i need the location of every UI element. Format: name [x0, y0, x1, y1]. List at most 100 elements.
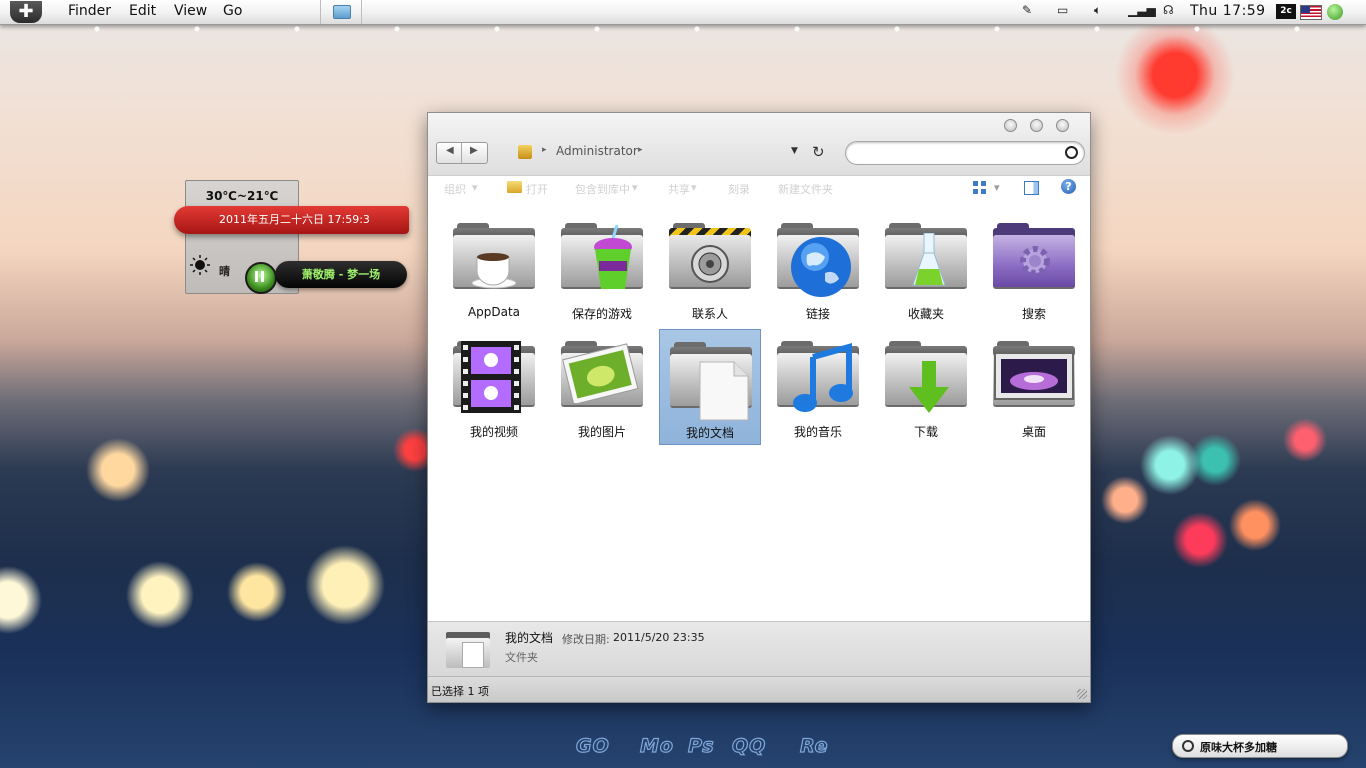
volume-icon[interactable]: 🔈︎: [1094, 3, 1101, 18]
chevron-down-icon[interactable]: ▼: [791, 146, 798, 156]
title-bar: ◀ ▶ ▸ Administrator ▸ ▼ ↻: [428, 113, 1090, 176]
globe-icon: [791, 237, 851, 297]
menu-separator: [320, 0, 321, 24]
forward-arrow-icon[interactable]: ▶: [470, 145, 478, 156]
document-page-icon: [699, 361, 749, 421]
preview-pane-icon[interactable]: [1024, 181, 1039, 195]
folder-favorites[interactable]: 收藏夹: [875, 211, 977, 327]
command-bar: 组织 ▾ 打开 包含到库中 ▾ 共享 ▾ 刻录 新建文件夹 ▾: [428, 176, 1090, 200]
details-pane: 我的文档 修改日期: 2011/5/20 23:35 文件夹: [428, 621, 1090, 676]
open-button[interactable]: 打开: [526, 181, 548, 197]
photo-icon: [562, 343, 639, 403]
spotlight-search-input[interactable]: 原味大杯多加糖: [1172, 734, 1348, 758]
dock-item-go[interactable]: GO: [575, 734, 610, 757]
item-label: 桌面: [1021, 425, 1046, 439]
date-time-bar: 2011年五月二十六日 17:59:3: [174, 206, 409, 234]
headphones-icon[interactable]: ☊: [1163, 3, 1174, 17]
item-label: 链接: [805, 307, 830, 321]
maximize-button[interactable]: [1030, 119, 1043, 132]
burn-button[interactable]: 刻录: [728, 181, 750, 197]
input-method-badge[interactable]: 2c: [1276, 4, 1296, 19]
folder-icon: [446, 632, 490, 668]
music-note-icon: [793, 343, 853, 412]
folder-saved-games[interactable]: 保存的游戏: [551, 211, 653, 327]
gear-icon: [1020, 246, 1050, 276]
minimize-button[interactable]: [1004, 119, 1017, 132]
menubar-clock[interactable]: Thu 17:59: [1190, 3, 1266, 19]
folder-contacts[interactable]: 联系人: [659, 211, 761, 327]
folder-music[interactable]: 我的音乐: [767, 329, 869, 445]
menu-separator: [361, 0, 362, 24]
item-label: 收藏夹: [907, 307, 944, 321]
selection-status: 已选择 1 项: [431, 685, 489, 698]
breadcrumb-arrow-icon[interactable]: ▸: [542, 145, 547, 155]
chevron-down-icon[interactable]: ▾: [472, 181, 478, 194]
temperature-range: 30℃~21℃: [205, 189, 279, 203]
chevron-down-icon[interactable]: ▾: [994, 181, 1000, 194]
back-arrow-icon[interactable]: ◀: [446, 145, 454, 156]
folder-pictures[interactable]: 我的图片: [551, 329, 653, 445]
folder-searches[interactable]: 搜索: [983, 211, 1085, 327]
dock-item-re[interactable]: Re: [799, 734, 829, 757]
safe-dial-icon: [691, 245, 729, 283]
explorer-window: ◀ ▶ ▸ Administrator ▸ ▼ ↻ 组织 ▾ 打开 包含到库中 …: [427, 112, 1091, 703]
include-library-button[interactable]: 包含到库中: [575, 181, 630, 197]
folder-desktop[interactable]: 桌面: [983, 329, 1085, 445]
search-input[interactable]: [845, 141, 1085, 165]
share-button[interactable]: 共享: [668, 181, 690, 197]
slush-cup-icon: [594, 225, 632, 289]
close-button[interactable]: [1056, 119, 1069, 132]
dock-item-mo[interactable]: Mo: [639, 734, 674, 757]
folder-icon[interactable]: [333, 5, 351, 19]
folder-videos[interactable]: 我的视频: [443, 329, 545, 445]
status-bar: 已选择 1 项: [428, 676, 1090, 702]
breadcrumb[interactable]: Administrator: [556, 144, 638, 158]
pause-button[interactable]: [245, 262, 277, 294]
now-playing[interactable]: 萧敬腾 - 梦一场: [275, 261, 407, 288]
item-label: 保存的游戏: [571, 307, 632, 321]
details-item-name: 我的文档: [505, 631, 554, 645]
film-strip-icon: [461, 341, 521, 413]
sun-icon: [190, 255, 210, 275]
folder-documents[interactable]: 我的文档: [659, 329, 761, 445]
battery-icon[interactable]: ▭: [1057, 3, 1068, 17]
security-shield-icon[interactable]: [1327, 4, 1343, 20]
refresh-icon[interactable]: ↻: [812, 143, 825, 161]
menu-finder[interactable]: Finder: [68, 3, 111, 19]
item-label: 搜索: [1021, 307, 1046, 321]
dock-item-qq[interactable]: QQ: [731, 734, 766, 757]
user-folder-icon: [518, 145, 532, 159]
help-icon[interactable]: ?: [1061, 179, 1076, 194]
nav-buttons: ◀ ▶: [436, 142, 488, 164]
signal-icon[interactable]: ▁▃▅: [1128, 3, 1156, 17]
spotlight-search-value: 原味大杯多加糖: [1200, 741, 1277, 754]
us-flag-icon[interactable]: [1300, 5, 1322, 20]
item-label: 联系人: [691, 307, 728, 321]
menu-bar: ✚ Finder Edit View Go ✎ ▭ 🔈︎ ▁▃▅ ☊ Thu 1…: [0, 0, 1366, 32]
breadcrumb-arrow-icon[interactable]: ▸: [638, 145, 643, 155]
menu-go[interactable]: Go: [223, 3, 242, 19]
new-folder-button[interactable]: 新建文件夹: [778, 181, 833, 197]
search-icon[interactable]: [1065, 146, 1078, 159]
folder-appdata[interactable]: AppData: [443, 211, 545, 327]
organize-button[interactable]: 组织: [444, 181, 466, 197]
menu-edit[interactable]: Edit: [129, 3, 156, 19]
coffee-cup-icon: [471, 253, 517, 289]
menu-view[interactable]: View: [174, 3, 207, 19]
folder-downloads[interactable]: 下载: [875, 329, 977, 445]
chevron-down-icon[interactable]: ▾: [632, 181, 638, 194]
download-arrow-icon: [909, 361, 949, 413]
resize-grip-icon[interactable]: [1077, 689, 1087, 699]
plus-menu-icon[interactable]: ✚: [10, 1, 42, 23]
pen-icon[interactable]: ✎: [1022, 3, 1032, 17]
flask-icon: [912, 233, 946, 286]
item-label: AppData: [467, 305, 521, 319]
view-options-icon[interactable]: [973, 181, 986, 194]
item-label: 我的视频: [469, 425, 518, 439]
folder-links[interactable]: 链接: [767, 211, 869, 327]
dock-item-ps[interactable]: Ps: [687, 734, 715, 757]
menubar-lights: [0, 26, 1366, 32]
chevron-down-icon[interactable]: ▾: [691, 181, 697, 194]
desktop-wallpaper-icon: [994, 352, 1074, 400]
details-item-type: 文件夹: [505, 651, 538, 664]
